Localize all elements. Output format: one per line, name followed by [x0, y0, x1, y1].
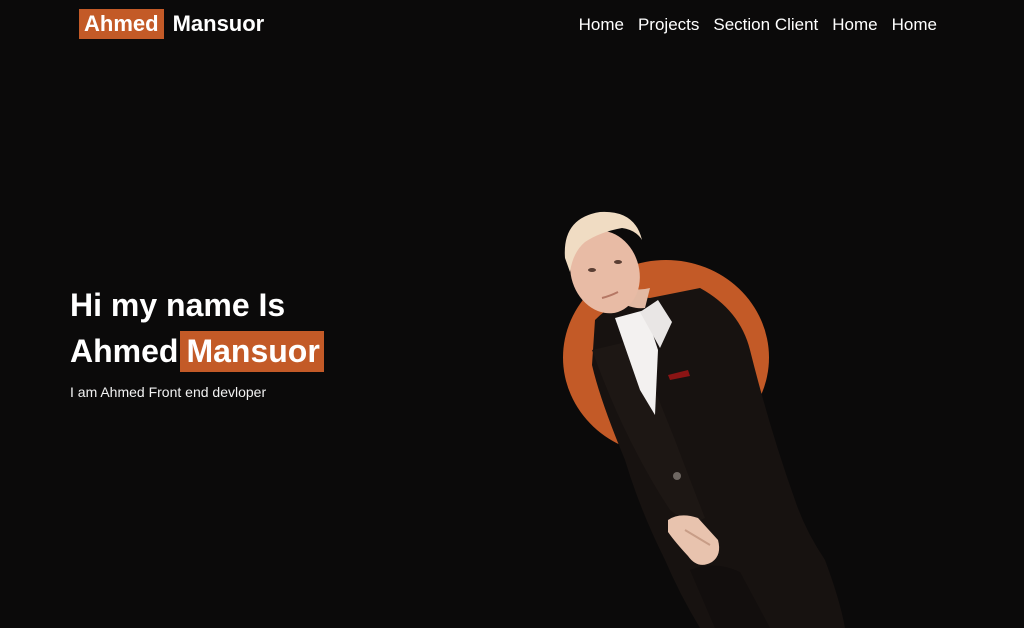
- person-portrait-icon: [564, 211, 845, 628]
- logo[interactable]: Ahmed Mansuor: [79, 9, 264, 39]
- nav-link-section-client[interactable]: Section Client: [713, 15, 818, 35]
- nav-link-home[interactable]: Home: [579, 15, 624, 35]
- nav-link-home-2[interactable]: Home: [832, 15, 877, 35]
- hero-greeting: Hi my name Is: [70, 287, 286, 323]
- hero-first-name: Ahmed: [70, 333, 179, 369]
- logo-text: Mansuor: [172, 11, 265, 36]
- navbar: Ahmed Mansuor Home Projects Section Clie…: [0, 0, 1024, 48]
- hero-last-name: Mansuor: [180, 331, 324, 372]
- hero-tagline: I am Ahmed Front end devloper: [70, 384, 267, 400]
- nav-link-home-3[interactable]: Home: [892, 15, 937, 35]
- nav-link-projects[interactable]: Projects: [638, 15, 699, 35]
- nav-menu: Home Projects Section Client Home Home: [579, 15, 937, 35]
- hero-intro: Hi my name Is Ahmed Mansuor I am Ahmed Fr…: [70, 282, 324, 400]
- hero-heading: Hi my name Is Ahmed Mansuor: [70, 282, 324, 374]
- logo-highlight: Ahmed: [79, 9, 164, 39]
